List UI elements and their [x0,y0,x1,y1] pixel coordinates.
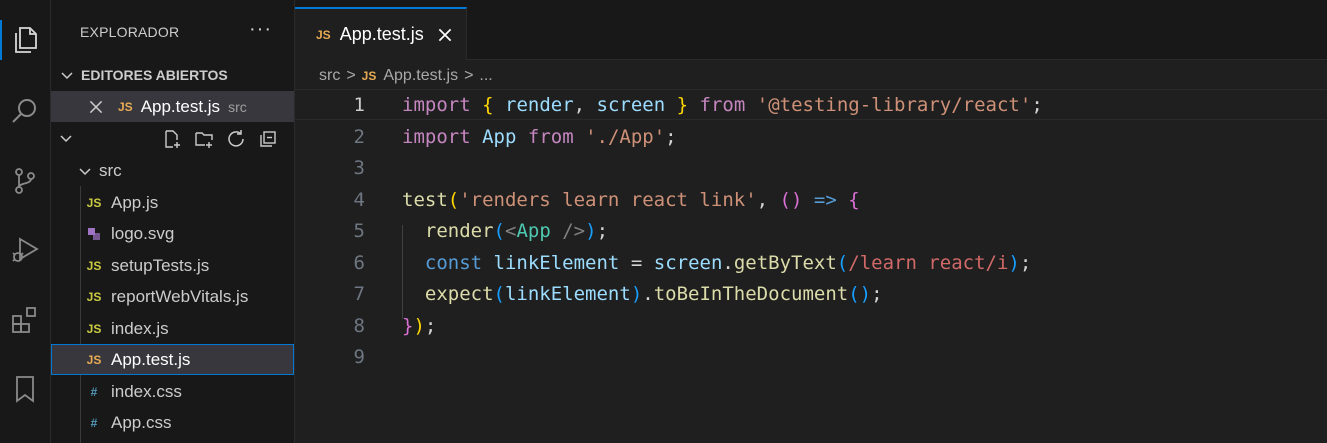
code-line: 1 import { render, screen } from '@testi… [295,89,1327,120]
bookmark-icon[interactable] [0,364,50,414]
file-label: App.test.js [111,349,191,369]
tree-file-app-css[interactable]: # App.css [51,407,294,438]
line-number: 2 [353,125,365,148]
svg-file-icon [85,226,103,242]
folder-label: src [99,160,122,180]
js-file-icon: JS [86,289,102,304]
file-label: logo.svg [111,223,175,243]
editor-area: JS App.test.js src > JS App.test.js > ..… [295,0,1327,443]
close-icon[interactable] [87,98,105,116]
code-text: const linkElement = screen.getByText(/le… [424,251,1032,274]
chevron-down-icon [61,72,73,80]
close-icon[interactable] [436,26,454,44]
tree-file-app-js[interactable]: JS App.js [51,187,294,218]
open-editors-section-header[interactable]: EDITORES ABIERTOS [51,62,294,88]
tree-file-reportwebvitals-js[interactable]: JS reportWebVitals.js [51,281,294,312]
chevron-right-icon: > [464,67,474,84]
js-test-file-icon: JS [86,352,102,367]
code-line: 9 [295,341,1327,372]
js-file-icon: JS [86,321,102,336]
explorer-sidebar: EXPLORADOR ··· EDITORES ABIERTOS JS App.… [51,0,295,443]
tree-file-logo-svg[interactable]: logo.svg [51,218,294,249]
line-number: 9 [353,345,365,368]
file-label: App.js [111,192,159,212]
more-actions-button[interactable]: ··· [249,18,272,41]
code-line: 3 [295,152,1327,183]
js-file-icon: JS [86,258,102,273]
breadcrumb-folder[interactable]: src [319,67,340,85]
line-number: 4 [353,188,365,211]
tree-folder-src[interactable]: src [51,155,294,186]
file-label: index.js [111,318,169,338]
extensions-icon[interactable] [0,295,50,345]
file-label: setupTests.js [111,255,210,275]
chevron-down-icon [79,167,91,175]
tree-file-index-css[interactable]: # index.css [51,376,294,407]
explorer-title: EXPLORADOR [80,24,180,40]
js-file-icon: JS [86,195,102,210]
code-line: 6 const linkElement = screen.getByText(/… [295,247,1327,278]
code-line: 5 render(<App />); [295,215,1327,246]
line-number: 5 [353,219,365,242]
tree-file-setuptests-js[interactable]: JS setupTests.js [51,250,294,281]
breadcrumb-symbols[interactable]: ... [479,67,492,85]
breadcrumb: src > JS App.test.js > ... [319,64,493,88]
file-label: App.css [111,412,172,432]
new-folder-icon[interactable] [193,128,215,150]
code-text: expect(linkElement).toBeInTheDocument(); [424,282,883,305]
js-file-icon: JS [118,99,133,114]
code-text: test('renders learn react link', () => { [402,188,860,211]
collapse-all-icon[interactable] [257,128,279,150]
code-text: import { render, screen } from '@testing… [402,93,1043,116]
refresh-icon[interactable] [225,128,247,150]
tab-app-test-js[interactable]: JS App.test.js [295,7,467,60]
line-number: 8 [353,314,365,337]
tree-file-app-test-js[interactable]: JS App.test.js [51,344,294,375]
source-control-icon[interactable] [0,156,50,206]
explorer-files-icon[interactable] [0,15,50,65]
breadcrumb-file[interactable]: App.test.js [383,67,458,85]
code-line: 8 }); [295,310,1327,341]
code-text: render(<App />); [424,219,609,242]
line-number: 1 [353,93,365,116]
tree-file-index-js[interactable]: JS index.js [51,313,294,344]
code-line: 2 import App from './App'; [295,121,1327,152]
file-label: index.css [111,381,182,401]
code-text: }); [402,314,437,337]
chevron-right-icon: > [346,67,356,84]
open-editor-filename: App.test.js [140,96,221,116]
code-line: 4 test('renders learn react link', () =>… [295,184,1327,215]
tab-bar: JS App.test.js [295,0,1327,60]
run-debug-icon[interactable] [0,224,50,274]
file-label: reportWebVitals.js [111,286,249,306]
tab-label: App.test.js [339,24,424,44]
workspace-folder-header[interactable] [51,124,294,152]
js-file-icon: JS [316,27,331,42]
css-file-icon: # [90,415,98,430]
open-editor-item[interactable]: JS App.test.js src [51,91,294,122]
chevron-down-icon [60,135,72,143]
line-number: 3 [353,156,365,179]
code-line: 7 expect(linkElement).toBeInTheDocument(… [295,278,1327,309]
js-file-icon: JS [361,69,377,83]
new-file-icon[interactable] [161,128,183,150]
line-number: 6 [353,251,365,274]
open-editor-dir: src [228,98,247,115]
activity-bar [0,0,51,443]
search-icon[interactable] [0,86,50,136]
css-file-icon: # [90,384,98,399]
line-number: 7 [353,282,365,305]
code-text: import App from './App'; [402,125,677,148]
open-editors-label: EDITORES ABIERTOS [81,67,228,83]
